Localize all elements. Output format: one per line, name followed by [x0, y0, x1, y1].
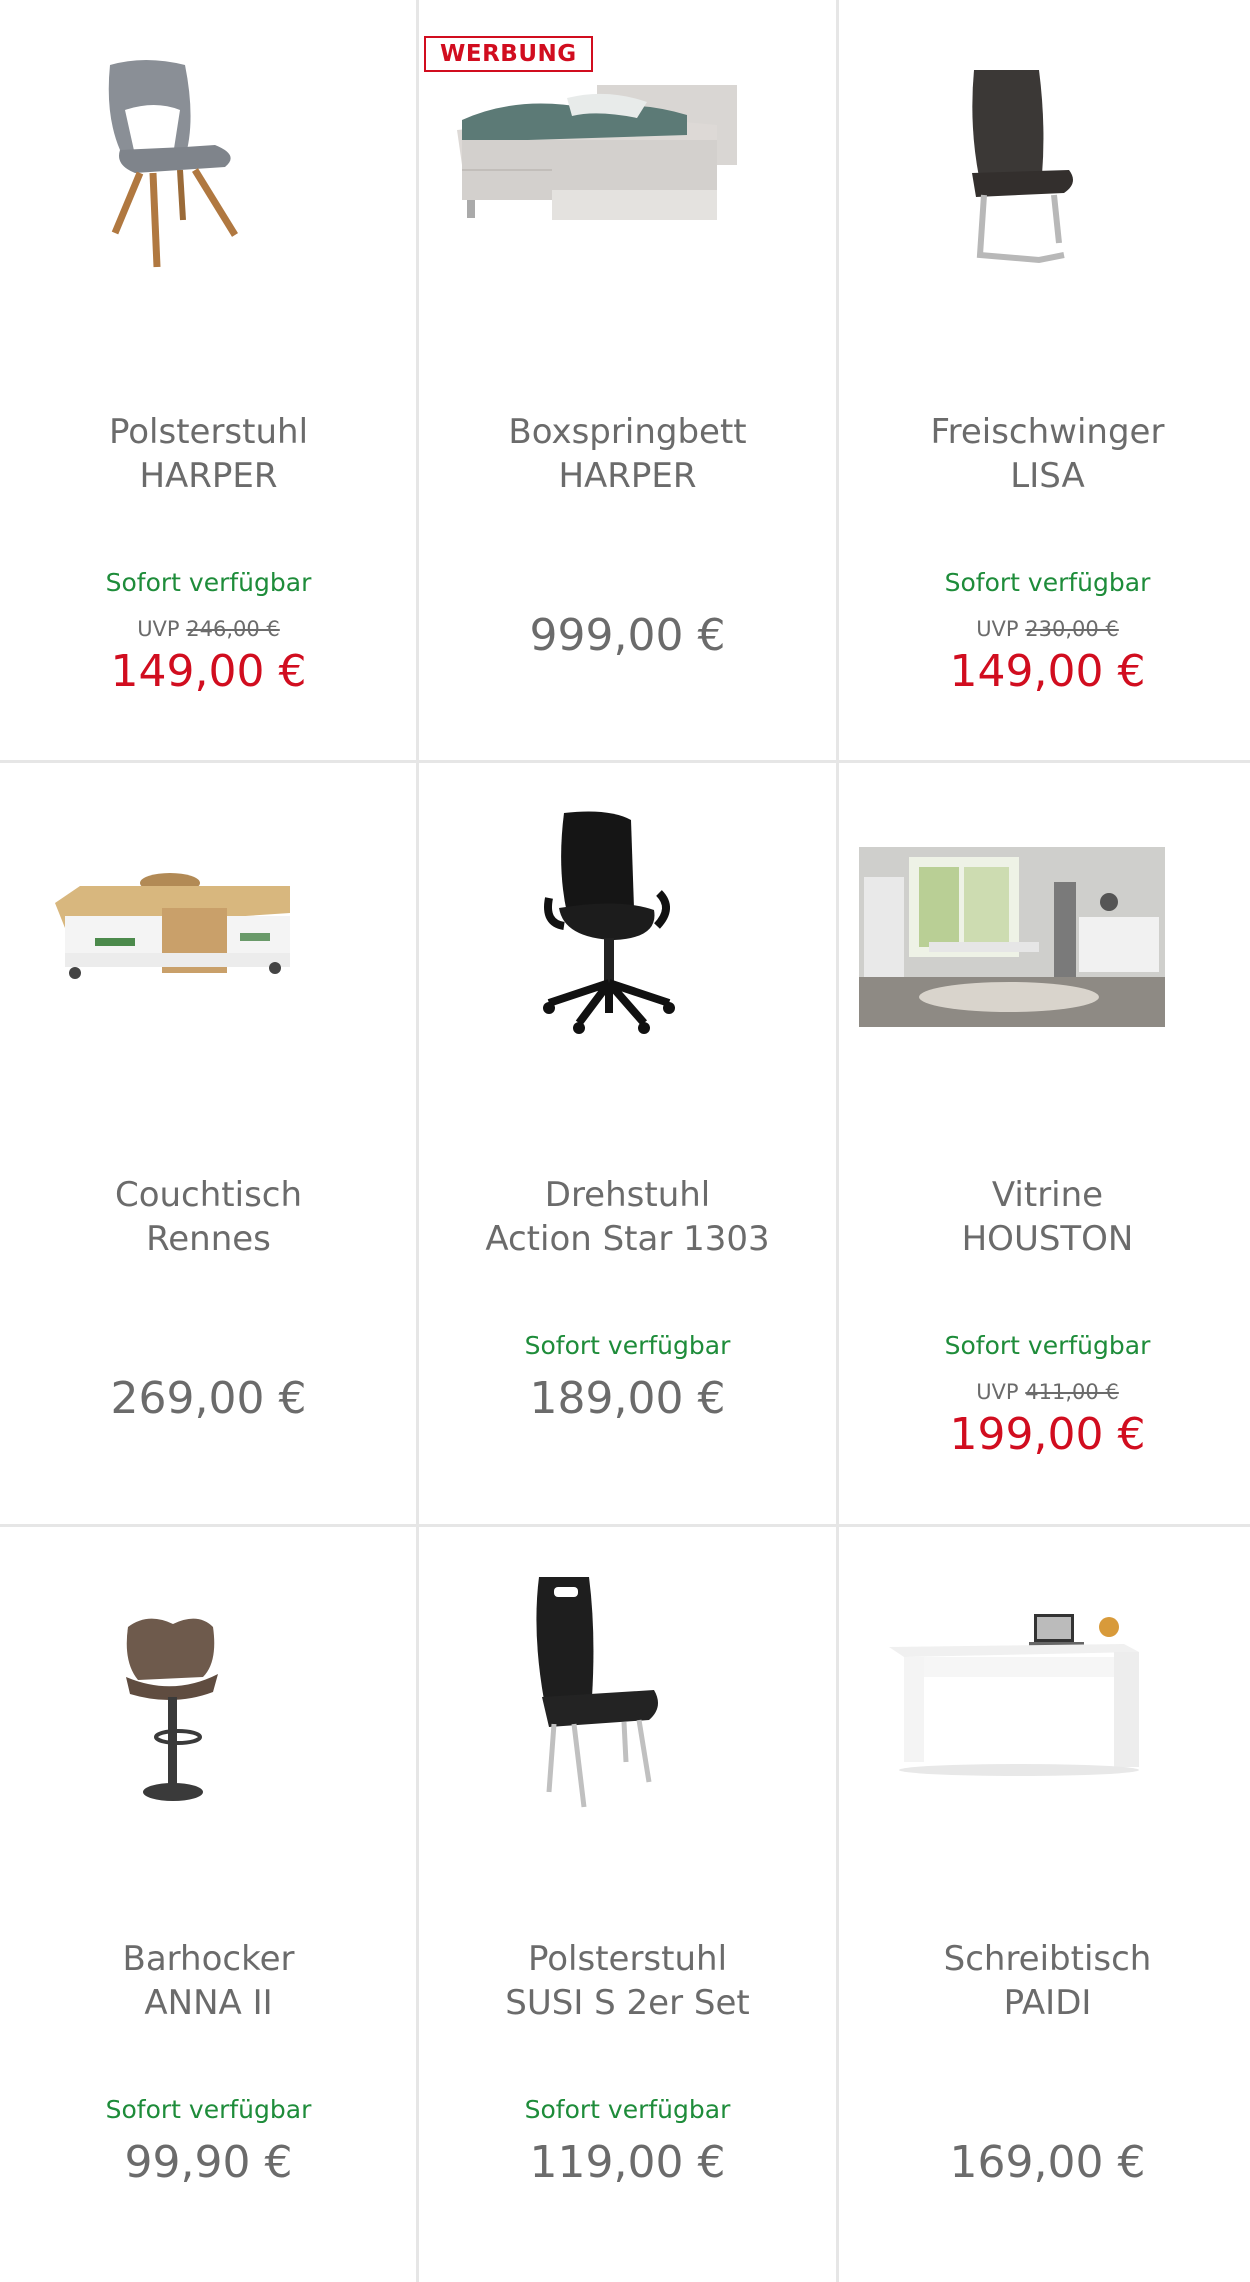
uvp-label: UVP — [137, 617, 180, 641]
coffee-table-icon — [55, 873, 290, 979]
uvp-price: UVP 246,00 € — [0, 617, 417, 641]
product-price: 189,00 € — [529, 1373, 726, 1424]
bar-stool-icon — [126, 1618, 218, 1801]
product-name: Schreibtisch PAIDI — [839, 1937, 1250, 2025]
product-tile[interactable]: Schreibtisch PAIDI 169,00 € — [839, 1527, 1250, 2282]
product-name: Polsterstuhl HARPER — [0, 410, 417, 498]
product-price: 119,00 € — [529, 2137, 726, 2188]
product-name-line2: Action Star 1303 — [485, 1219, 770, 1259]
product-name-line1: Drehstuhl — [544, 1175, 711, 1215]
availability-label: Sofort verfügbar — [105, 2095, 312, 2124]
product-name-line2: ANNA II — [144, 1983, 273, 2023]
product-price: 169,00 € — [949, 2137, 1146, 2188]
uvp-old-price: 230,00 € — [1025, 617, 1119, 641]
product-name-line2: HARPER — [139, 456, 278, 496]
product-price: 269,00 € — [110, 1373, 307, 1424]
living-room-photo-icon — [859, 847, 1165, 1027]
product-grid: Polsterstuhl HARPER Sofort verfügbar UVP… — [0, 0, 1250, 2282]
upholstered-chair-grey-icon — [108, 60, 238, 268]
product-tile[interactable]: Barhocker ANNA II Sofort verfügbar 99,90… — [0, 1527, 417, 2282]
availability-label: Sofort verfügbar — [524, 2095, 731, 2124]
product-name-line1: Vitrine — [991, 1175, 1104, 1215]
product-name-line1: Couchtisch — [114, 1175, 303, 1215]
product-price: 149,00 € — [110, 646, 307, 697]
product-name: Drehstuhl Action Star 1303 — [419, 1173, 836, 1261]
product-name: Polsterstuhl SUSI S 2er Set — [419, 1937, 836, 2025]
uvp-label: UVP — [976, 1380, 1019, 1404]
black-chair-icon — [536, 1577, 658, 1808]
product-name-line1: Barhocker — [122, 1939, 295, 1979]
product-name-line1: Polsterstuhl — [527, 1939, 728, 1979]
product-name-line2: LISA — [1010, 456, 1085, 496]
uvp-old-price: 411,00 € — [1025, 1380, 1119, 1404]
uvp-label: UVP — [976, 617, 1019, 641]
product-name-line1: Boxspringbett — [508, 412, 747, 452]
product-name-line1: Schreibtisch — [943, 1939, 1152, 1979]
product-tile[interactable]: Polsterstuhl HARPER Sofort verfügbar UVP… — [0, 0, 417, 763]
cantilever-chair-icon — [972, 70, 1073, 264]
product-name: Couchtisch Rennes — [0, 1173, 417, 1261]
product-tile[interactable]: Freischwinger LISA Sofort verfügbar UVP … — [839, 0, 1250, 763]
availability-label: Sofort verfügbar — [105, 568, 312, 597]
product-price: 999,00 € — [529, 610, 726, 661]
product-name-line1: Polsterstuhl — [108, 412, 309, 452]
boxspring-bed-icon — [457, 85, 737, 220]
uvp-price: UVP 411,00 € — [839, 1380, 1250, 1404]
product-tile[interactable]: Polsterstuhl SUSI S 2er Set Sofort verfü… — [419, 1527, 836, 2282]
product-name: Boxspringbett HARPER — [419, 410, 836, 498]
availability-label: Sofort verfügbar — [944, 1331, 1151, 1360]
product-price: 199,00 € — [949, 1409, 1146, 1460]
product-price: 149,00 € — [949, 646, 1146, 697]
product-name-line2: SUSI S 2er Set — [505, 1983, 750, 2023]
product-price: 99,90 € — [124, 2137, 293, 2188]
availability-label: Sofort verfügbar — [944, 568, 1151, 597]
desk-icon — [889, 1614, 1139, 1776]
product-name: Vitrine HOUSTON — [839, 1173, 1250, 1261]
product-tile[interactable]: Drehstuhl Action Star 1303 Sofort verfüg… — [419, 763, 836, 1526]
product-name-line1: Freischwinger — [930, 412, 1165, 452]
product-name: Barhocker ANNA II — [0, 1937, 417, 2025]
office-chair-icon — [543, 811, 675, 1034]
product-name-line2: Rennes — [146, 1219, 271, 1259]
product-name-line2: PAIDI — [1003, 1983, 1092, 2023]
uvp-price: UVP 230,00 € — [839, 617, 1250, 641]
product-tile[interactable]: Couchtisch Rennes 269,00 € — [0, 763, 417, 1526]
product-tile[interactable]: WERBUNG Boxspringbett HARPER 999,00 € — [419, 0, 836, 763]
product-tile[interactable]: Vitrine HOUSTON Sofort verfügbar UVP 411… — [839, 763, 1250, 1526]
uvp-old-price: 246,00 € — [186, 617, 280, 641]
product-name-line2: HARPER — [558, 456, 697, 496]
product-name: Freischwinger LISA — [839, 410, 1250, 498]
product-name-line2: HOUSTON — [961, 1219, 1134, 1259]
availability-label: Sofort verfügbar — [524, 1331, 731, 1360]
sponsored-badge: WERBUNG — [424, 36, 593, 72]
